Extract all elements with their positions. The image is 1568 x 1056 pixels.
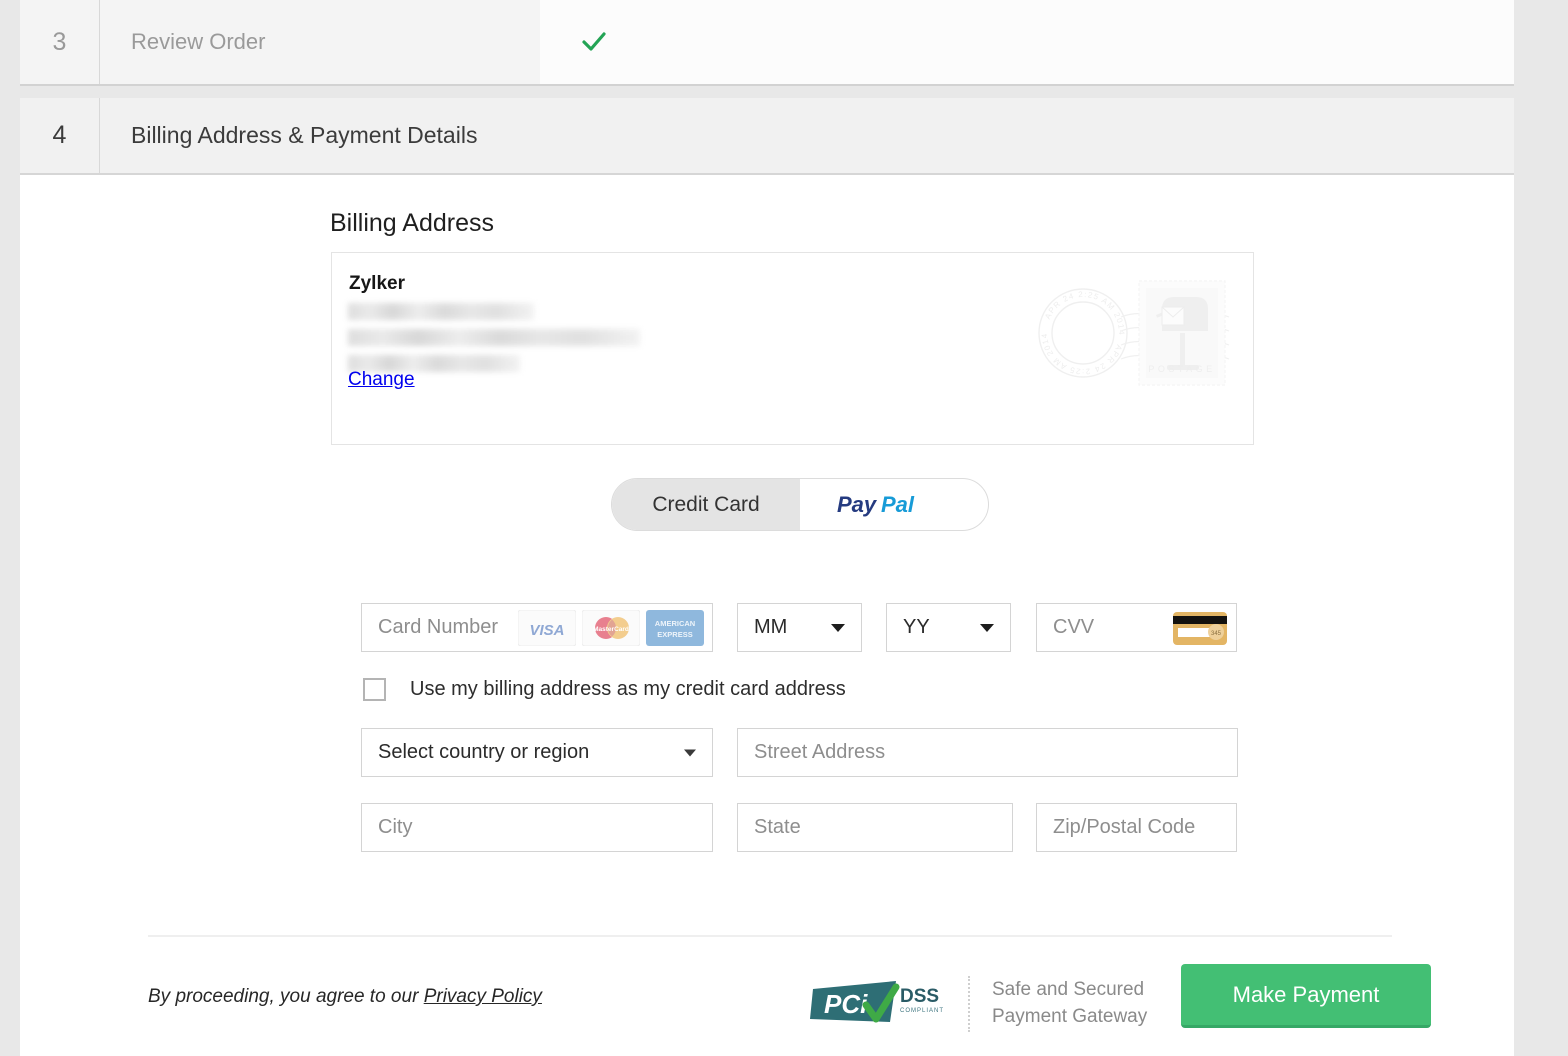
postage-stamp-graphic: APR 24 2:25 AM 2014 APR 24 2:25 AM 2014 — [1021, 273, 1233, 393]
chevron-down-icon — [831, 623, 845, 632]
step-row-review-order[interactable]: 3 Review Order — [20, 0, 1514, 86]
payment-method-toggle[interactable]: Credit Card Pay Pal — [611, 478, 989, 531]
state-input[interactable]: State — [737, 803, 1013, 852]
use-billing-address-row[interactable]: Use my billing address as my credit card… — [363, 678, 846, 701]
use-billing-address-label: Use my billing address as my credit card… — [410, 678, 846, 700]
country-value: Select country or region — [378, 741, 590, 763]
svg-text:POSTAGE: POSTAGE — [1148, 364, 1215, 374]
svg-text:COMPLIANT: COMPLIANT — [900, 1008, 944, 1014]
badge-separator — [968, 976, 970, 1032]
pci-compliance-badge: PCi DSS COMPLIANT Safe and Secured Payme… — [810, 975, 1147, 1033]
city-placeholder: City — [378, 816, 413, 838]
change-address-link[interactable]: Change — [348, 369, 415, 391]
step-row-billing-payment[interactable]: 4 Billing Address & Payment Details — [20, 98, 1514, 175]
visa-icon: VISA — [518, 609, 576, 646]
redacted-address-line — [348, 329, 640, 346]
chevron-down-icon — [684, 749, 696, 756]
svg-text:VISA: VISA — [529, 622, 564, 639]
expiry-month-select[interactable]: MM — [737, 603, 862, 652]
country-select[interactable]: Select country or region — [361, 728, 713, 777]
secure-gateway-text: Safe and Secured Payment Gateway — [992, 977, 1147, 1031]
svg-text:Pay: Pay — [837, 492, 878, 517]
redacted-address-line — [348, 303, 534, 320]
pci-dss-logo-icon: PCi DSS COMPLIANT — [810, 981, 944, 1023]
accepted-card-brands: VISA MasterCard AMERICAN EXPRESS — [518, 609, 704, 646]
expiry-year-select[interactable]: YY — [886, 603, 1011, 652]
tab-credit-card[interactable]: Credit Card — [612, 479, 800, 530]
chevron-down-icon — [980, 623, 994, 632]
use-billing-address-checkbox[interactable] — [363, 678, 386, 701]
step-label-review-order: Review Order — [99, 0, 540, 84]
privacy-policy-link[interactable]: Privacy Policy — [424, 986, 542, 1007]
cvv-input[interactable]: CVV 345 — [1036, 603, 1237, 652]
check-mark-icon — [582, 32, 606, 51]
expiry-month-value: MM — [754, 616, 788, 638]
svg-text:345: 345 — [1211, 631, 1222, 637]
checkout-page: 3 Review Order 4 Billing Address & Payme… — [0, 0, 1568, 1056]
cvv-placeholder: CVV — [1053, 616, 1095, 638]
svg-text:EXPRESS: EXPRESS — [657, 630, 692, 639]
credit-card-back-icon: 345 — [1173, 611, 1227, 645]
secure-gateway-line1: Safe and Secured — [992, 979, 1145, 1001]
svg-text:DSS: DSS — [900, 986, 939, 1007]
legal-prefix: By proceeding, you agree to our — [148, 986, 424, 1007]
svg-text:Pal: Pal — [881, 492, 915, 517]
step-label-billing-payment: Billing Address & Payment Details — [99, 98, 540, 173]
card-number-placeholder: Card Number — [378, 616, 499, 638]
state-placeholder: State — [754, 816, 801, 838]
american-express-icon: AMERICAN EXPRESS — [646, 609, 704, 646]
svg-text:MasterCard: MasterCard — [593, 626, 629, 633]
expiry-year-value: YY — [903, 616, 930, 638]
street-address-input[interactable]: Street Address — [737, 728, 1238, 777]
city-input[interactable]: City — [361, 803, 713, 852]
tab-paypal[interactable]: Pay Pal — [800, 479, 988, 530]
secure-gateway-line2: Payment Gateway — [992, 1006, 1148, 1027]
make-payment-button[interactable]: Make Payment — [1181, 964, 1431, 1028]
footer-divider — [148, 935, 1392, 937]
billing-address-card: Zylker Change APR 24 2:25 AM 2014 APR 24… — [331, 252, 1254, 445]
step-status-cell — [540, 0, 1514, 84]
paypal-logo-icon: Pay Pal — [837, 492, 915, 517]
step-number: 3 — [52, 27, 67, 56]
mastercard-icon: MasterCard — [582, 609, 640, 646]
zip-code-input[interactable]: Zip/Postal Code — [1036, 803, 1237, 852]
svg-text:PCi: PCi — [824, 989, 868, 1019]
postage-stamp-icon: APR 24 2:25 AM 2014 APR 24 2:25 AM 2014 — [1038, 280, 1230, 386]
page-title: Billing Address — [330, 209, 494, 237]
legal-text: By proceeding, you agree to our Privacy … — [148, 986, 542, 1008]
billing-address-name: Zylker — [349, 273, 405, 294]
step-number: 4 — [52, 121, 67, 149]
svg-text:AMERICAN: AMERICAN — [655, 619, 695, 628]
billing-payment-panel: Billing Address Zylker Change APR 24 2:2… — [20, 175, 1514, 1056]
zip-code-placeholder: Zip/Postal Code — [1053, 816, 1196, 838]
card-number-input[interactable]: Card Number VISA MasterCard AMERICAN EXP… — [361, 603, 713, 652]
street-address-placeholder: Street Address — [754, 741, 886, 763]
